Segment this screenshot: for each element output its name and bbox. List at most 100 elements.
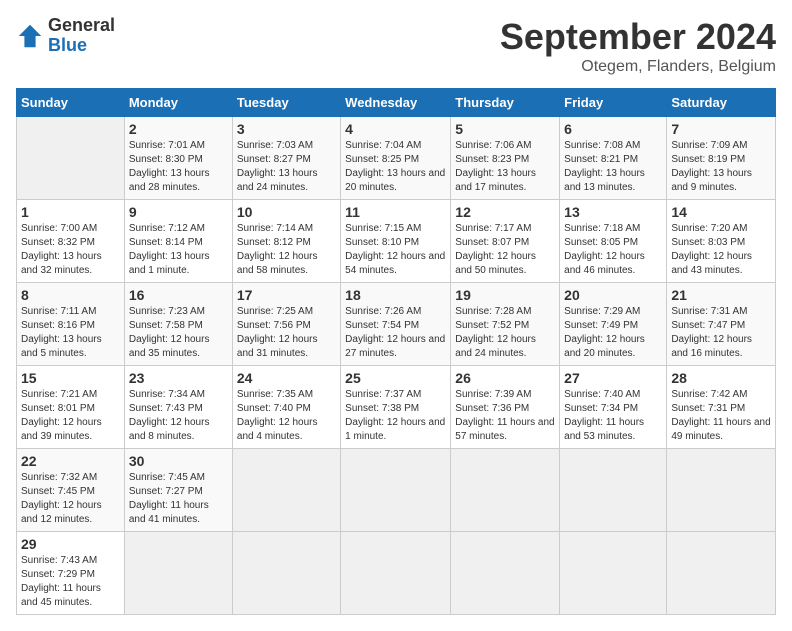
calendar-day-cell: [451, 532, 560, 615]
day-number: 19: [455, 287, 555, 303]
calendar-day-cell: 17Sunrise: 7:25 AMSunset: 7:56 PMDayligh…: [232, 283, 340, 366]
day-number: 28: [671, 370, 771, 386]
day-info: Sunrise: 7:31 AMSunset: 7:47 PMDaylight:…: [671, 305, 771, 361]
day-info: Sunrise: 7:29 AMSunset: 7:49 PMDaylight:…: [564, 305, 662, 361]
day-number: 14: [671, 204, 771, 220]
calendar-day-cell: [667, 532, 776, 615]
day-number: 15: [21, 370, 120, 386]
day-number: 30: [129, 453, 228, 469]
weekday-header: Sunday: [17, 89, 125, 117]
calendar-day-cell: 14 Sunrise: 7:20 AMSunset: 8:03 PMDayligh…: [667, 200, 776, 283]
calendar-day-cell: 26Sunrise: 7:39 AMSunset: 7:36 PMDayligh…: [451, 366, 560, 449]
day-info: Sunrise: 7:34 AMSunset: 7:43 PMDaylight:…: [129, 388, 228, 444]
day-number: 13: [564, 204, 662, 220]
calendar-day-cell: 6Sunrise: 7:08 AMSunset: 8:21 PMDaylight…: [560, 117, 667, 200]
weekday-header: Saturday: [667, 89, 776, 117]
calendar-day-cell: [341, 449, 451, 532]
day-info: Sunrise: 7:25 AMSunset: 7:56 PMDaylight:…: [237, 305, 336, 361]
calendar-day-cell: 11Sunrise: 7:15 AMSunset: 8:10 PMDayligh…: [341, 200, 451, 283]
day-number: 2: [129, 121, 228, 137]
calendar-day-cell: [341, 532, 451, 615]
day-number: 12: [455, 204, 555, 220]
day-info: Sunrise: 7:18 AMSunset: 8:05 PMDaylight:…: [564, 222, 662, 278]
calendar-day-cell: 1Sunrise: 7:00 AMSunset: 8:32 PMDaylight…: [17, 200, 125, 283]
calendar-week-row: 8Sunrise: 7:11 AMSunset: 8:16 PMDaylight…: [17, 283, 776, 366]
day-number: 20: [564, 287, 662, 303]
day-number: 25: [345, 370, 446, 386]
calendar-day-cell: 15 Sunrise: 7:21 AMSunset: 8:01 PMDayligh…: [17, 366, 125, 449]
calendar-day-cell: 21 Sunrise: 7:31 AMSunset: 7:47 PMDayligh…: [667, 283, 776, 366]
calendar-day-cell: 2 Sunrise: 7:01 AMSunset: 8:30 PMDaylight…: [124, 117, 232, 200]
title-block: September 2024 Otegem, Flanders, Belgium: [500, 16, 776, 76]
day-info: Sunrise: 7:32 AMSunset: 7:45 PMDaylight:…: [21, 471, 120, 527]
calendar-day-cell: 23 Sunrise: 7:34 AMSunset: 7:43 PMDayligh…: [124, 366, 232, 449]
weekday-header: Thursday: [451, 89, 560, 117]
day-info: Sunrise: 7:14 AMSunset: 8:12 PMDaylight:…: [237, 222, 336, 278]
calendar-day-cell: 16 Sunrise: 7:23 AMSunset: 7:58 PMDayligh…: [124, 283, 232, 366]
day-number: 5: [455, 121, 555, 137]
day-number: 29: [21, 536, 120, 552]
day-number: 21: [671, 287, 771, 303]
day-number: 26: [455, 370, 555, 386]
day-number: 24: [237, 370, 336, 386]
day-number: 27: [564, 370, 662, 386]
calendar-day-cell: 19 Sunrise: 7:28 AMSunset: 7:52 PMDayligh…: [451, 283, 560, 366]
calendar-day-cell: 18Sunrise: 7:26 AMSunset: 7:54 PMDayligh…: [341, 283, 451, 366]
weekday-header: Friday: [560, 89, 667, 117]
calendar-day-cell: 12 Sunrise: 7:17 AMSunset: 8:07 PMDayligh…: [451, 200, 560, 283]
day-number: 23: [129, 370, 228, 386]
location: Otegem, Flanders, Belgium: [500, 58, 776, 76]
day-info: Sunrise: 7:04 AMSunset: 8:25 PMDaylight:…: [345, 139, 446, 195]
calendar-day-cell: 30Sunrise: 7:45 AMSunset: 7:27 PMDayligh…: [124, 449, 232, 532]
calendar-day-cell: [451, 449, 560, 532]
day-info: Sunrise: 7:08 AMSunset: 8:21 PMDaylight:…: [564, 139, 662, 195]
calendar-day-cell: 22 Sunrise: 7:32 AMSunset: 7:45 PMDayligh…: [17, 449, 125, 532]
day-info: Sunrise: 7:11 AMSunset: 8:16 PMDaylight:…: [21, 305, 120, 361]
day-number: 16: [129, 287, 228, 303]
day-number: 7: [671, 121, 771, 137]
logo-text: General Blue: [48, 16, 115, 56]
calendar-week-row: 1Sunrise: 7:00 AMSunset: 8:32 PMDaylight…: [17, 200, 776, 283]
month-title: September 2024: [500, 16, 776, 58]
calendar-day-cell: 29 Sunrise: 7:43 AMSunset: 7:29 PMDayligh…: [17, 532, 125, 615]
day-info: Sunrise: 7:23 AMSunset: 7:58 PMDaylight:…: [129, 305, 228, 361]
day-info: Sunrise: 7:09 AMSunset: 8:19 PMDaylight:…: [671, 139, 771, 195]
day-info: Sunrise: 7:20 AMSunset: 8:03 PMDaylight:…: [671, 222, 771, 278]
weekday-header: Tuesday: [232, 89, 340, 117]
calendar-week-row: 22 Sunrise: 7:32 AMSunset: 7:45 PMDayligh…: [17, 449, 776, 532]
logo-general: General: [48, 16, 115, 36]
calendar-day-cell: 7 Sunrise: 7:09 AMSunset: 8:19 PMDaylight…: [667, 117, 776, 200]
day-info: Sunrise: 7:21 AMSunset: 8:01 PMDaylight:…: [21, 388, 120, 444]
calendar-day-cell: [560, 449, 667, 532]
weekday-header: Wednesday: [341, 89, 451, 117]
logo: General Blue: [16, 16, 115, 56]
day-info: Sunrise: 7:01 AMSunset: 8:30 PMDaylight:…: [129, 139, 228, 195]
day-number: 18: [345, 287, 446, 303]
page-header: General Blue September 2024 Otegem, Flan…: [16, 16, 776, 76]
day-info: Sunrise: 7:06 AMSunset: 8:23 PMDaylight:…: [455, 139, 555, 195]
calendar-day-cell: 27 Sunrise: 7:40 AMSunset: 7:34 PMDayligh…: [560, 366, 667, 449]
logo-blue: Blue: [48, 36, 115, 56]
calendar-day-cell: [124, 532, 232, 615]
day-number: 22: [21, 453, 120, 469]
day-info: Sunrise: 7:28 AMSunset: 7:52 PMDaylight:…: [455, 305, 555, 361]
calendar-day-cell: 5 Sunrise: 7:06 AMSunset: 8:23 PMDaylight…: [451, 117, 560, 200]
calendar-day-cell: 20 Sunrise: 7:29 AMSunset: 7:49 PMDayligh…: [560, 283, 667, 366]
day-info: Sunrise: 7:00 AMSunset: 8:32 PMDaylight:…: [21, 222, 120, 278]
calendar-day-cell: 10 Sunrise: 7:14 AMSunset: 8:12 PMDayligh…: [232, 200, 340, 283]
day-number: 9: [129, 204, 228, 220]
calendar-day-cell: 4Sunrise: 7:04 AMSunset: 8:25 PMDaylight…: [341, 117, 451, 200]
calendar-day-cell: 13 Sunrise: 7:18 AMSunset: 8:05 PMDayligh…: [560, 200, 667, 283]
day-number: 10: [237, 204, 336, 220]
day-info: Sunrise: 7:43 AMSunset: 7:29 PMDaylight:…: [21, 554, 120, 610]
day-info: Sunrise: 7:35 AMSunset: 7:40 PMDaylight:…: [237, 388, 336, 444]
calendar-table: SundayMondayTuesdayWednesdayThursdayFrid…: [16, 88, 776, 615]
day-info: Sunrise: 7:40 AMSunset: 7:34 PMDaylight:…: [564, 388, 662, 444]
day-info: Sunrise: 7:17 AMSunset: 8:07 PMDaylight:…: [455, 222, 555, 278]
calendar-day-cell: 28Sunrise: 7:42 AMSunset: 7:31 PMDayligh…: [667, 366, 776, 449]
calendar-day-cell: [232, 532, 340, 615]
calendar-day-cell: 9 Sunrise: 7:12 AMSunset: 8:14 PMDaylight…: [124, 200, 232, 283]
day-info: Sunrise: 7:12 AMSunset: 8:14 PMDaylight:…: [129, 222, 228, 278]
day-info: Sunrise: 7:15 AMSunset: 8:10 PMDaylight:…: [345, 222, 446, 278]
weekday-header-row: SundayMondayTuesdayWednesdayThursdayFrid…: [17, 89, 776, 117]
